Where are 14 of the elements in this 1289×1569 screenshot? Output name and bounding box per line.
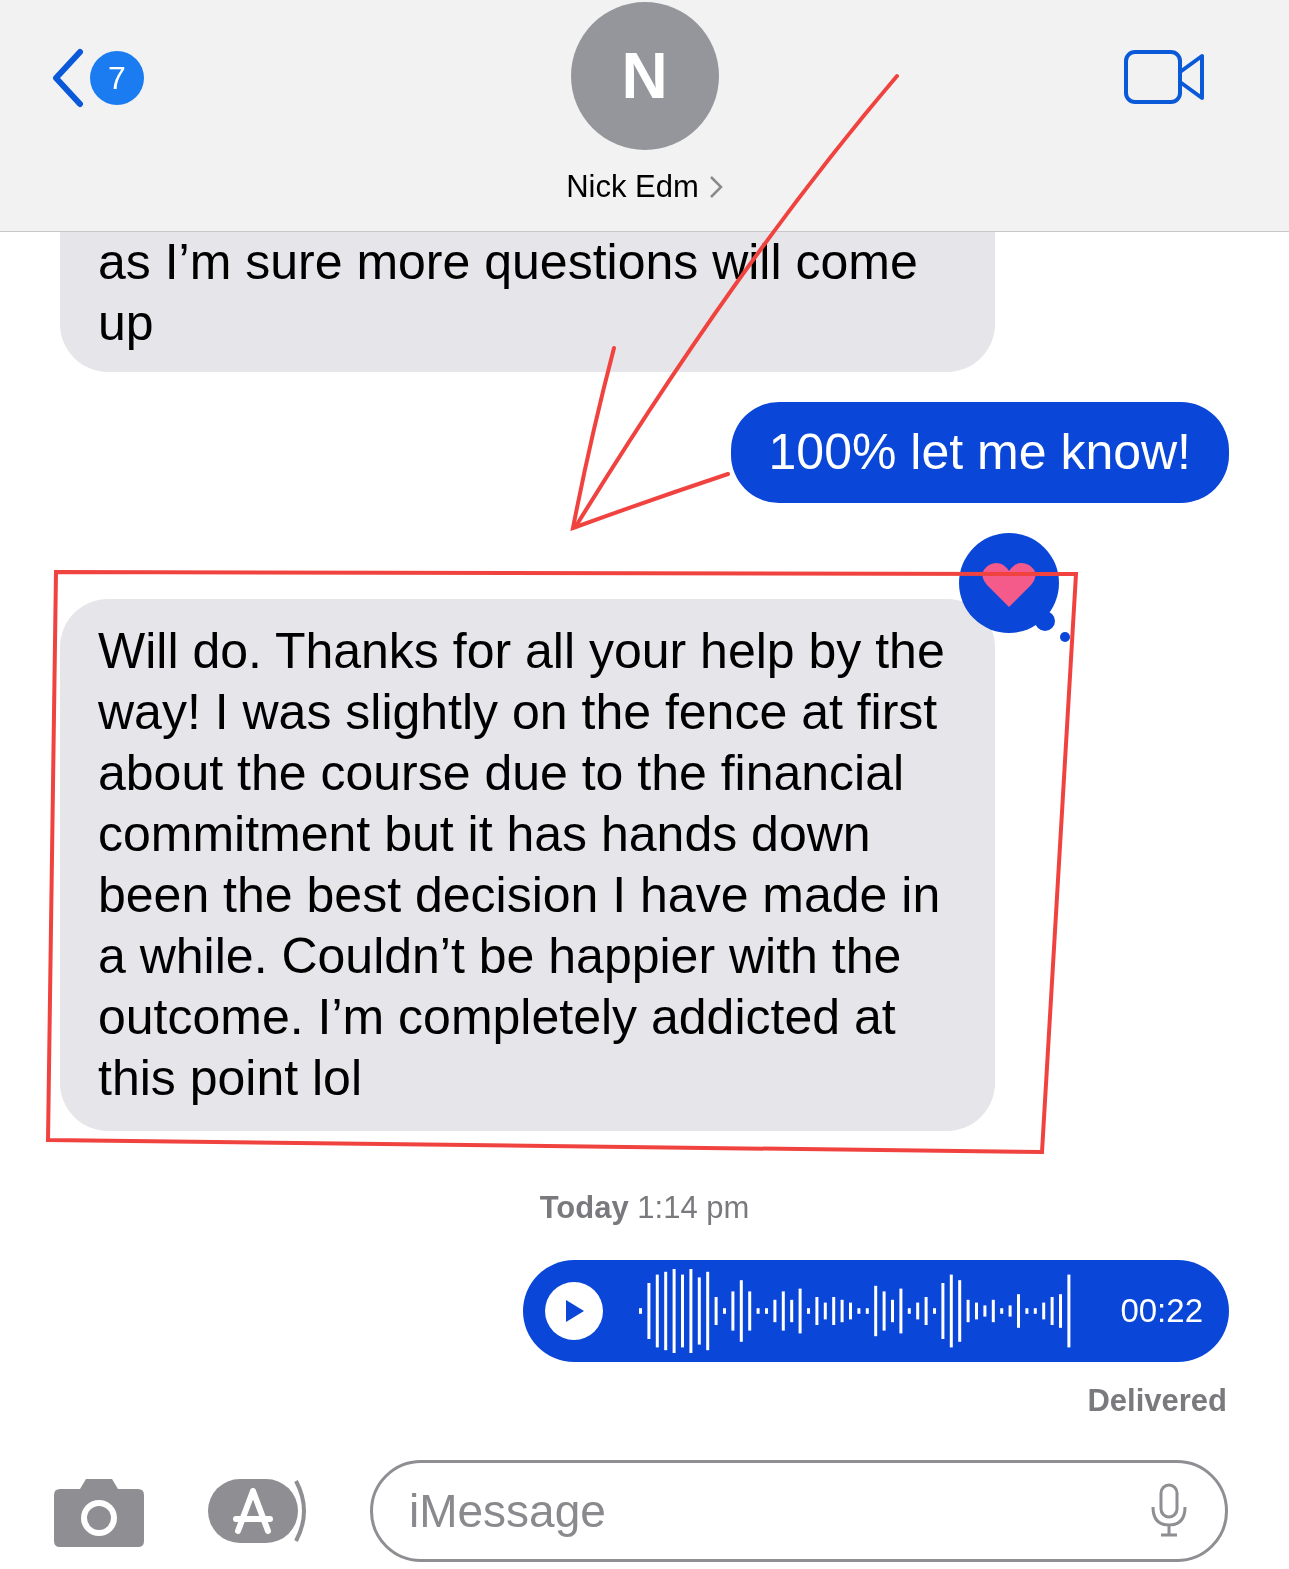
- message-input-field[interactable]: iMessage: [370, 1460, 1228, 1562]
- contact-name-button[interactable]: Nick Edm: [566, 164, 723, 211]
- microphone-icon[interactable]: [1149, 1483, 1189, 1539]
- message-bubble[interactable]: 100% let me know!: [730, 402, 1229, 503]
- play-button[interactable]: [545, 1281, 603, 1340]
- chevron-right-icon: [708, 175, 723, 200]
- message-input: iMessage: [409, 1476, 1149, 1546]
- back-button[interactable]: 7: [48, 48, 144, 108]
- timestamp: Today 1:14 pm: [539, 1189, 750, 1227]
- unread-badge: 7: [90, 51, 144, 105]
- audio-duration: 00:22: [1120, 1290, 1203, 1331]
- video-call-icon[interactable]: [1124, 50, 1206, 104]
- message-bubble[interactable]: Will do. Thanks for all your help by the way! I was slightly on the fence at first about the course due to the financial commitment but it has hands down been the best decision I have made in a while. Couldn’t be happier with the outcome. I’m completely addicted at this point lol: [60, 599, 995, 1131]
- delivery-status: Delivered: [1087, 1381, 1227, 1420]
